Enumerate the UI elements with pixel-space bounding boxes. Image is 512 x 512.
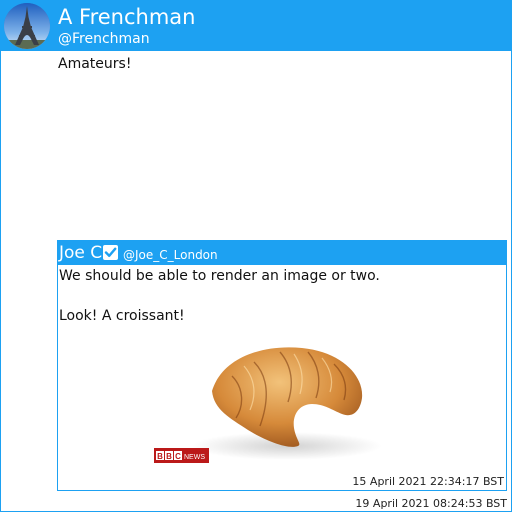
eiffel-tower-icon (4, 3, 50, 49)
quoted-tweet-text-line: We should be able to render an image or … (59, 268, 380, 284)
tweet-header: A Frenchman @Frenchman (1, 1, 511, 51)
tweet-text: Amateurs! (58, 56, 132, 72)
quoted-tweet-timestamp[interactable]: 15 April 2021 22:34:17 BST (352, 475, 504, 489)
tweet-timestamp[interactable]: 19 April 2021 08:24:53 BST (355, 497, 507, 511)
quoted-author-handle[interactable]: @Joe_C_London (123, 247, 218, 263)
svg-text:B: B (166, 452, 172, 461)
svg-text:NEWS: NEWS (184, 454, 205, 461)
author-handle[interactable]: @Frenchman (58, 30, 150, 48)
svg-text:B: B (157, 452, 163, 461)
avatar[interactable] (4, 3, 50, 49)
croissant-image[interactable]: B B C NEWS (152, 336, 392, 470)
quoted-tweet[interactable]: Joe C @Joe_C_London We should be able to… (57, 240, 507, 491)
quoted-tweet-text-line: Look! A croissant! (59, 308, 185, 324)
quoted-tweet-header: Joe C @Joe_C_London (58, 241, 506, 265)
quoted-author-display-name[interactable]: Joe C (59, 242, 102, 264)
tweet-card: A Frenchman @Frenchman Amateurs! Joe C @… (0, 0, 512, 512)
verified-check-icon (103, 245, 118, 260)
author-display-name[interactable]: A Frenchman (58, 4, 195, 30)
svg-text:C: C (175, 452, 181, 461)
